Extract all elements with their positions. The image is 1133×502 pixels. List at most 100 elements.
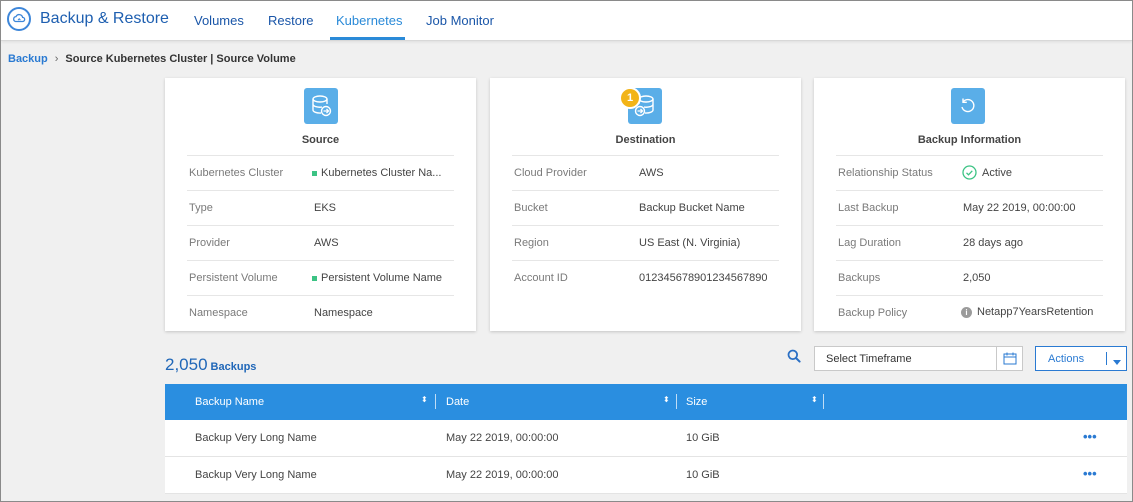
row-value: Backup Bucket Name (639, 202, 745, 214)
tab-restore[interactable]: Restore (268, 13, 314, 28)
row-value: 2,050 (963, 272, 991, 284)
source-row-namespace: Namespace Namespace (187, 295, 454, 330)
cell-date: May 22 2019, 00:00:00 (446, 432, 559, 444)
caret-down-icon[interactable] (1113, 356, 1121, 368)
tab-job-monitor[interactable]: Job Monitor (426, 13, 494, 28)
row-label: Bucket (514, 202, 548, 214)
divider (1106, 352, 1107, 365)
policy-name: Netapp7YearsRetention (977, 306, 1094, 318)
search-icon[interactable] (787, 349, 801, 368)
row-label: Type (189, 202, 213, 214)
info-row-lag: Lag Duration 28 days ago (836, 225, 1103, 260)
info-row-status: Relationship Status Active (836, 155, 1103, 190)
more-options-icon[interactable]: ••• (1083, 429, 1097, 444)
row-label: Last Backup (838, 202, 899, 214)
table-row[interactable]: Backup Very Long Name May 22 2019, 00:00… (165, 457, 1127, 494)
backup-info-card-title: Backup Information (917, 134, 1022, 146)
column-divider (435, 394, 436, 409)
row-label: Backup Policy (838, 307, 908, 319)
breadcrumb-backup-link[interactable]: Backup (8, 53, 48, 65)
cell-backup-name: Backup Very Long Name (195, 469, 317, 481)
dest-row-bucket: Bucket Backup Bucket Name (512, 190, 779, 225)
row-label: Cloud Provider (514, 167, 587, 179)
dest-row-cloud-provider: Cloud Provider AWS (512, 155, 779, 190)
source-row-volume: Persistent Volume Persistent Volume Name (187, 260, 454, 295)
cell-backup-name: Backup Very Long Name (195, 432, 317, 444)
row-label: Relationship Status (838, 167, 933, 179)
backups-count-number: 2,050 (165, 355, 208, 374)
restore-icon (951, 88, 985, 124)
tab-volumes[interactable]: Volumes (194, 13, 244, 28)
backups-count: 2,050 Backups (165, 355, 256, 375)
sort-icon[interactable]: ⬍ (421, 395, 428, 404)
row-value: 28 days ago (963, 237, 1023, 249)
column-header-date[interactable]: Date (446, 396, 469, 408)
notification-badge[interactable]: 1 (619, 87, 641, 109)
timeframe-placeholder: Select Timeframe (826, 353, 912, 365)
app-window: Backup & Restore Volumes Restore Kuberne… (0, 0, 1133, 502)
destination-card: 1 Destination Cloud Provider AWS Bucket … (490, 78, 801, 331)
row-label: Region (514, 237, 549, 249)
sort-icon[interactable]: ⬍ (811, 395, 818, 404)
info-row-policy: Backup Policy i Netapp7YearsRetention (836, 295, 1103, 330)
status-active-text: Active (982, 166, 1012, 179)
row-value: Active (962, 165, 1012, 180)
more-options-icon[interactable]: ••• (1083, 466, 1097, 481)
table-header: Backup Name ⬍ Date ⬍ Size ⬍ (165, 384, 1127, 420)
row-value: EKS (314, 202, 337, 214)
column-header-backup-name[interactable]: Backup Name (195, 396, 264, 408)
source-card-title: Source (301, 134, 340, 146)
row-label: Kubernetes Cluster (189, 167, 284, 179)
row-value: May 22 2019, 00:00:00 (963, 202, 1076, 214)
app-title: Backup & Restore (40, 10, 169, 27)
tab-kubernetes[interactable]: Kubernetes (336, 13, 403, 28)
timeframe-picker[interactable]: Select Timeframe (814, 346, 1023, 371)
sort-icon[interactable]: ⬍ (663, 395, 670, 404)
row-value: AWS (314, 237, 339, 249)
column-divider (823, 394, 824, 409)
column-header-size[interactable]: Size (686, 396, 707, 408)
row-label: Provider (189, 237, 230, 249)
top-nav-bar: Backup & Restore Volumes Restore Kuberne… (1, 1, 1132, 41)
row-value[interactable]: Persistent Volume Name (312, 272, 442, 284)
actions-label: Actions (1048, 353, 1085, 365)
cluster-name: Kubernetes Cluster Na... (321, 167, 442, 179)
backup-info-card: Backup Information Relationship Status A… (814, 78, 1125, 331)
cell-date: May 22 2019, 00:00:00 (446, 469, 559, 481)
row-label: Lag Duration (838, 237, 901, 249)
row-value: US East (N. Virginia) (639, 237, 741, 249)
calendar-icon[interactable] (996, 347, 1022, 370)
source-row-cluster: Kubernetes Cluster Kubernetes Cluster Na… (187, 155, 454, 190)
info-icon[interactable]: i (961, 306, 972, 318)
database-arrow-icon (304, 88, 338, 124)
info-row-backups: Backups 2,050 (836, 260, 1103, 295)
backups-count-label: Backups (210, 361, 257, 373)
actions-dropdown[interactable]: Actions (1035, 346, 1127, 371)
row-value: 012345678901234567890 (639, 272, 768, 284)
cloud-sync-icon (7, 7, 31, 31)
info-row-last-backup: Last Backup May 22 2019, 00:00:00 (836, 190, 1103, 225)
destination-card-title: Destination (615, 134, 676, 146)
status-dot-icon (312, 170, 317, 176)
row-value: Namespace (314, 307, 373, 319)
brand[interactable]: Backup & Restore (7, 7, 169, 31)
breadcrumb: Backup › Source Kubernetes Cluster | Sou… (8, 53, 296, 65)
cell-size: 10 GiB (686, 432, 720, 444)
check-circle-icon (962, 165, 977, 180)
source-card: Source Kubernetes Cluster Kubernetes Clu… (165, 78, 476, 331)
dest-row-account-id: Account ID 012345678901234567890 (512, 260, 779, 295)
row-label: Account ID (514, 272, 568, 284)
row-value: i Netapp7YearsRetention (961, 306, 1093, 318)
row-label: Persistent Volume (189, 272, 278, 284)
breadcrumb-current: Source Kubernetes Cluster | Source Volum… (65, 53, 296, 65)
table-row[interactable]: Backup Very Long Name May 22 2019, 00:00… (165, 420, 1127, 457)
source-row-provider: Provider AWS (187, 225, 454, 260)
active-tab-indicator (330, 37, 405, 40)
row-value[interactable]: Kubernetes Cluster Na... (312, 167, 441, 179)
row-label: Namespace (189, 307, 248, 319)
row-label: Backups (838, 272, 881, 284)
volume-name: Persistent Volume Name (321, 272, 443, 284)
status-dot-icon (312, 275, 317, 281)
column-divider (676, 394, 677, 409)
row-value: AWS (639, 167, 664, 179)
